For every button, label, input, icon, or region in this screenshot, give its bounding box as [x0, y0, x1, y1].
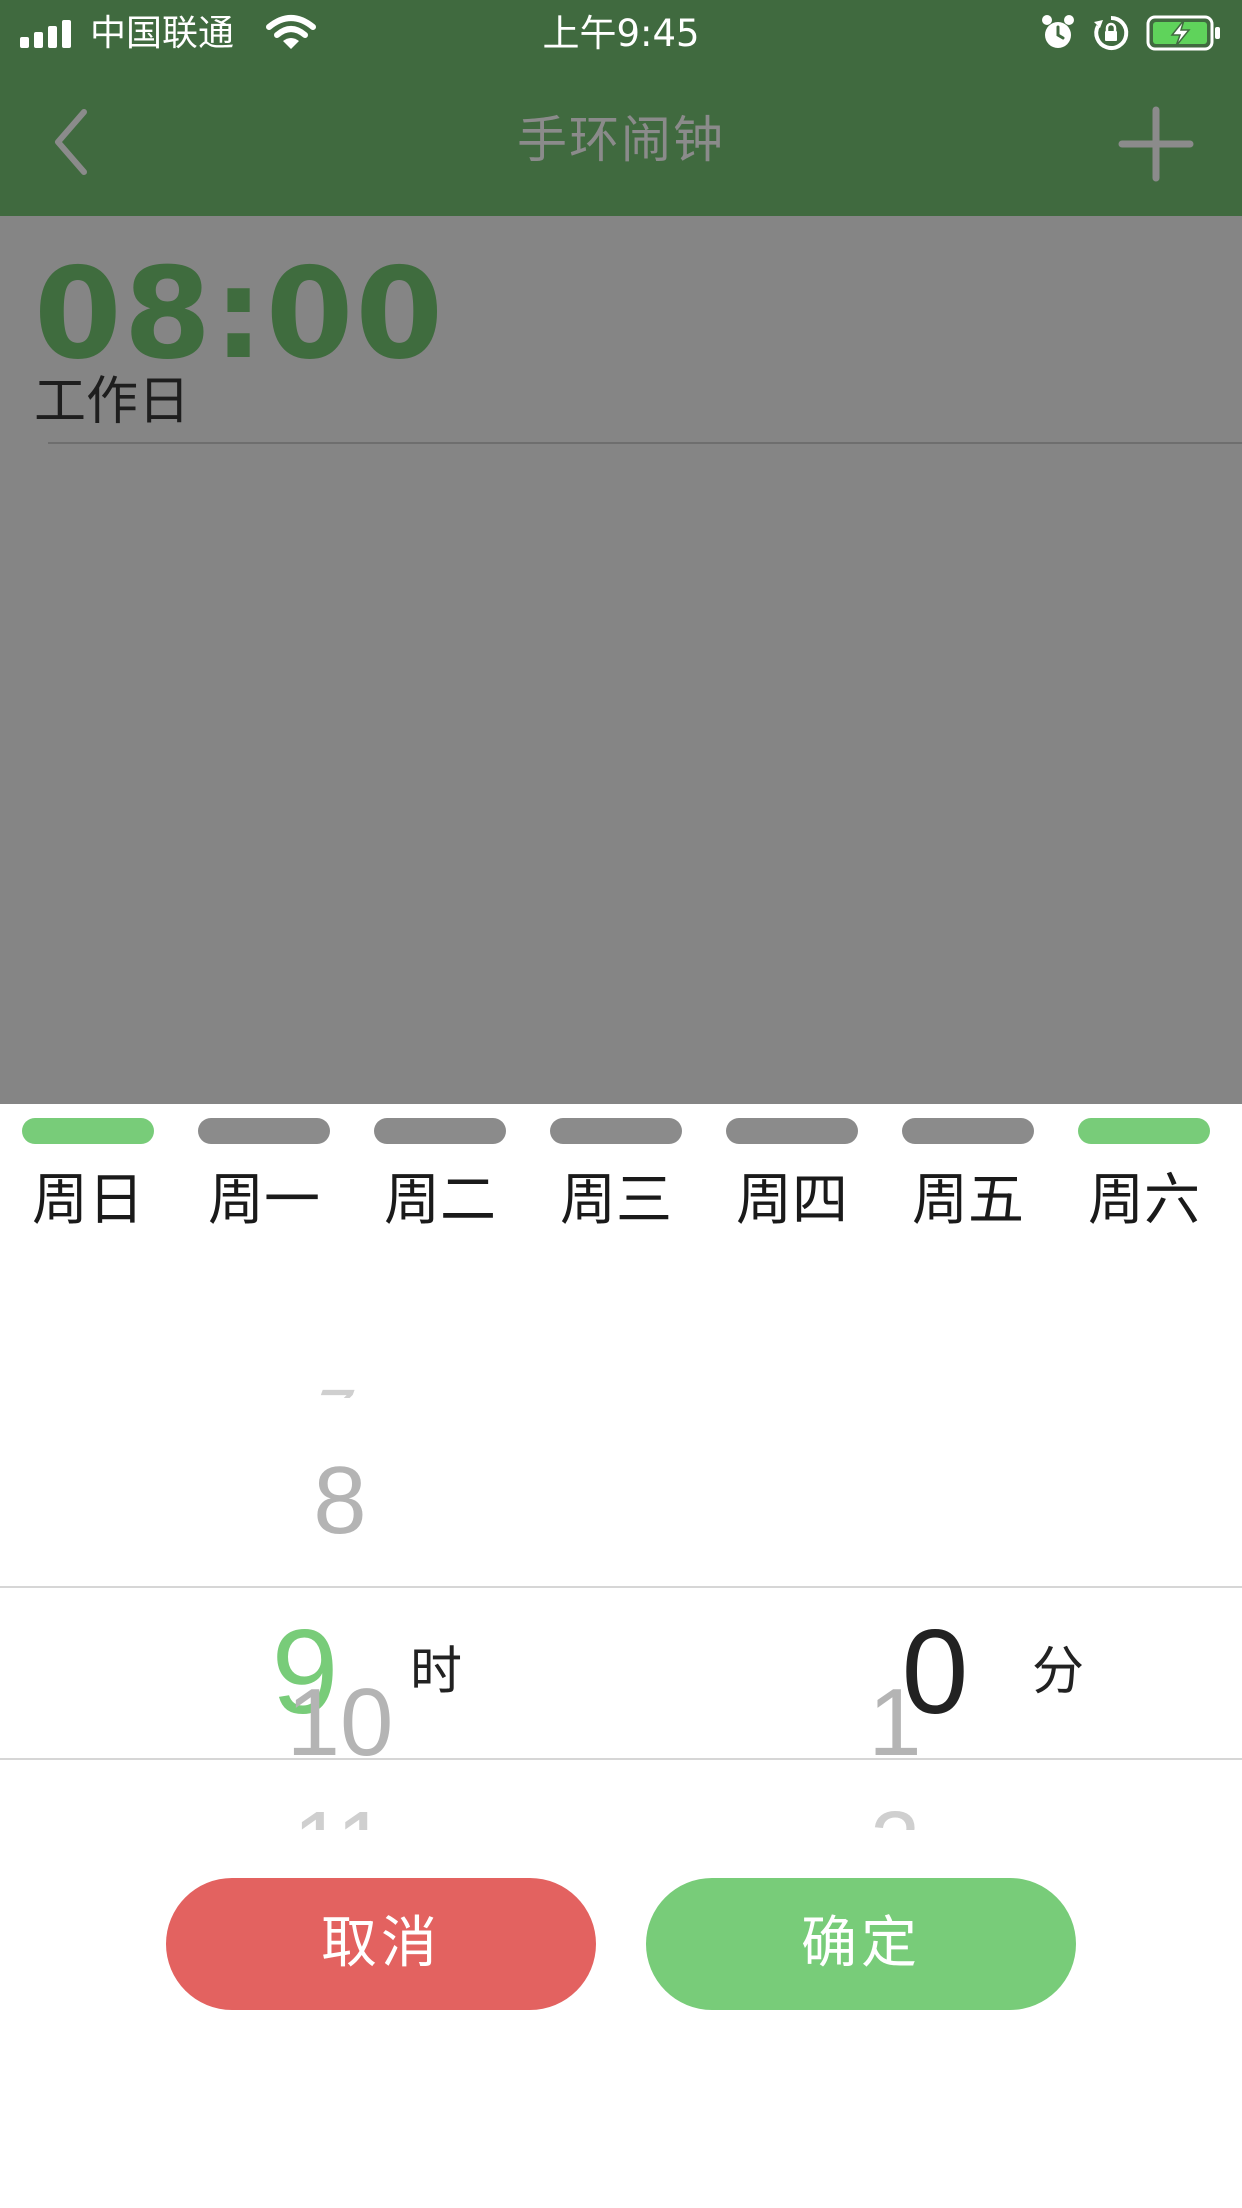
day-label: 周四 — [736, 1168, 848, 1233]
day-label: 周五 — [912, 1168, 1024, 1233]
confirm-button[interactable]: 确定 — [646, 1878, 1076, 2010]
picker-selection-line-bottom — [0, 1758, 1242, 1760]
picker-selection-line-top — [0, 1586, 1242, 1588]
day-label: 周二 — [384, 1168, 496, 1233]
page-title: 手环闹钟 — [517, 111, 725, 169]
day-indicator — [726, 1118, 858, 1144]
day-toggle-sat[interactable]: 周六 — [1056, 1112, 1232, 1252]
weekday-selector: 周日 周一 周二 周三 周四 周五 周六 — [0, 1112, 1242, 1252]
plus-icon[interactable] — [1116, 104, 1196, 184]
day-toggle-tue[interactable]: 周二 — [352, 1112, 528, 1252]
day-label: 周一 — [208, 1168, 320, 1233]
day-toggle-fri[interactable]: 周五 — [880, 1112, 1056, 1252]
list-divider — [48, 442, 1242, 444]
alarm-list: 08:00 工作日 — [0, 216, 1242, 1104]
battery-charging-icon — [1146, 15, 1220, 51]
minute-unit-label: 分 — [1032, 1642, 1085, 1702]
day-indicator — [902, 1118, 1034, 1144]
alarm-list-item[interactable]: 08:00 工作日 — [0, 216, 1242, 444]
status-bar: 中国联通 上午9:45 — [0, 0, 1242, 66]
cancel-button[interactable]: 取消 — [166, 1878, 596, 2010]
hour-option: 8 — [313, 1447, 367, 1554]
alarm-time: 08:00 — [34, 240, 446, 387]
hour-option: 11 — [230, 1794, 450, 1830]
hour-unit-label: 时 — [410, 1642, 463, 1702]
alarm-edit-sheet: 周日 周一 周二 周三 周四 周五 周六 7 — [0, 1104, 1242, 2208]
hour-option: 7 — [226, 1374, 455, 1398]
day-indicator — [1078, 1118, 1210, 1144]
day-indicator — [550, 1118, 682, 1144]
day-indicator — [374, 1118, 506, 1144]
minute-option: 1 — [868, 1669, 922, 1776]
day-label: 周六 — [1088, 1168, 1200, 1233]
day-toggle-mon[interactable]: 周一 — [176, 1112, 352, 1252]
minute-option: 2 — [790, 1794, 1000, 1830]
alarm-repeat-label: 工作日 — [34, 372, 191, 432]
alarm-clock-icon — [1042, 15, 1074, 48]
day-toggle-sun[interactable]: 周日 — [0, 1112, 176, 1252]
day-indicator — [22, 1118, 154, 1144]
day-indicator — [198, 1118, 330, 1144]
day-toggle-wed[interactable]: 周三 — [528, 1112, 704, 1252]
day-label: 周三 — [560, 1168, 672, 1233]
time-picker: 7 8 9 10 11 时 0 1 2 分 — [0, 1274, 1242, 1844]
day-label: 周日 — [32, 1168, 144, 1233]
rotation-lock-icon — [1094, 15, 1129, 50]
nav-bar: 手环闹钟 — [0, 66, 1242, 216]
day-toggle-thu[interactable]: 周四 — [704, 1112, 880, 1252]
